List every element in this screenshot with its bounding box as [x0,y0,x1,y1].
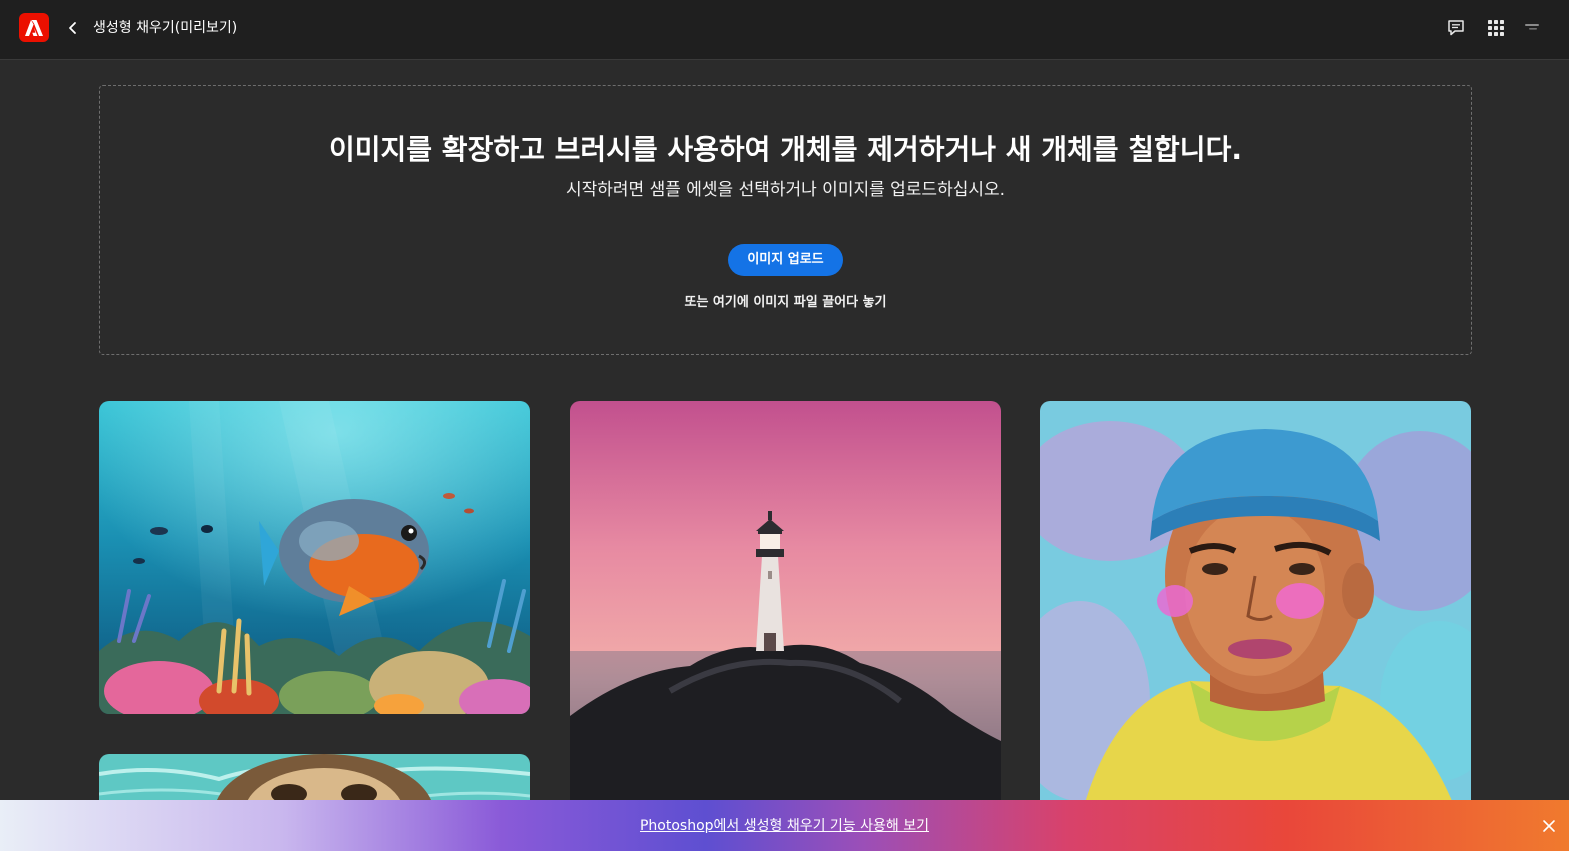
chat-button[interactable] [1444,16,1468,40]
chevron-left-icon [69,22,76,34]
promo-banner: Photoshop에서 생성형 채우기 기능 사용해 보기 [0,800,1569,851]
close-icon [1543,820,1555,832]
page-title: 생성형 채우기(미리보기) [93,20,238,36]
drop-hint: 또는 여기에 이미지 파일 끌어다 놓기 [684,295,887,310]
lighthouse-image [570,401,1001,821]
back-button[interactable] [62,17,84,39]
profile-icon [1525,24,1539,30]
dropzone-headline: 이미지를 확장하고 브러시를 사용하여 개체를 제거하거나 새 개체를 칠합니다… [329,133,1242,166]
portrait-image [1040,401,1471,821]
top-bar: 생성형 채우기(미리보기) [0,0,1569,60]
sample-image-portrait[interactable] [1040,401,1471,821]
chat-icon [1448,20,1464,36]
sample-image-aquarium[interactable] [99,401,530,714]
upload-image-button[interactable]: 이미지 업로드 [728,244,843,276]
adobe-logo-icon[interactable] [19,13,49,42]
app-grid-icon [1488,20,1504,36]
sample-image-lighthouse[interactable] [570,401,1001,821]
aquarium-image [99,401,530,714]
image-drop-zone[interactable]: 이미지를 확장하고 브러시를 사용하여 개체를 제거하거나 새 개체를 칠합니다… [99,85,1472,355]
dropzone-subline: 시작하려면 샘플 에셋을 선택하거나 이미지를 업로드하십시오. [565,180,1006,200]
try-in-photoshop-link[interactable]: Photoshop에서 생성형 채우기 기능 사용해 보기 [0,816,1569,836]
promo-close-button[interactable] [1538,815,1560,837]
profile-button[interactable] [1520,16,1544,40]
apps-button[interactable] [1484,16,1508,40]
